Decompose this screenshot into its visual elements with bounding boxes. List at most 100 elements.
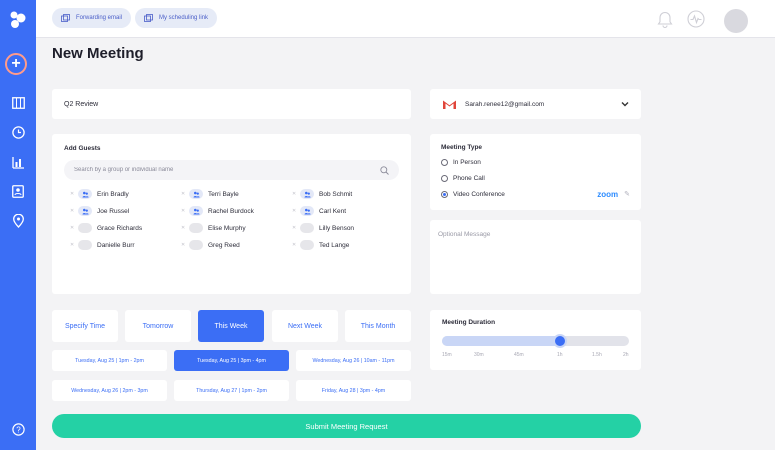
remove-icon[interactable]: ✕ bbox=[292, 225, 300, 231]
guest-item[interactable]: ✕ Terri Bayle bbox=[181, 188, 292, 200]
email-account-select[interactable]: Sarah.renee12@gmail.com bbox=[430, 89, 641, 119]
duration-tick: 2h bbox=[623, 352, 629, 358]
meeting-title-value: Q2 Review bbox=[64, 100, 99, 108]
calendar-icon[interactable] bbox=[8, 93, 28, 113]
guest-name: Elise Murphy bbox=[208, 224, 246, 232]
remove-icon[interactable]: ✕ bbox=[292, 208, 300, 214]
time-slot[interactable]: Wednesday, Aug 26 | 10am - 11pm bbox=[296, 350, 411, 371]
filter-label: Tomorrow bbox=[142, 322, 174, 330]
meeting-duration-panel: Meeting Duration 15m 30m 45m 1h 1.5h 2h bbox=[430, 310, 641, 370]
guest-toggle[interactable] bbox=[300, 223, 314, 233]
guest-toggle[interactable] bbox=[78, 189, 92, 199]
time-slot[interactable]: Wednesday, Aug 26 | 2pm - 3pm bbox=[52, 380, 167, 401]
filter-specify-time[interactable]: Specify Time bbox=[52, 310, 118, 342]
chevron-down-icon[interactable] bbox=[621, 101, 629, 107]
meeting-duration-heading: Meeting Duration bbox=[442, 319, 496, 326]
guest-item[interactable]: ✕ Lilly Benson bbox=[292, 222, 403, 234]
new-meeting-button[interactable]: + bbox=[5, 53, 27, 75]
add-guests-heading: Add Guests bbox=[64, 145, 101, 152]
guest-item[interactable]: ✕ Grace Richards bbox=[70, 222, 181, 234]
bell-icon[interactable] bbox=[656, 10, 674, 28]
remove-icon[interactable]: ✕ bbox=[292, 242, 300, 248]
duration-slider[interactable] bbox=[442, 334, 629, 348]
bar-chart-icon[interactable] bbox=[8, 152, 28, 172]
guest-toggle[interactable] bbox=[189, 189, 203, 199]
guest-search-input[interactable] bbox=[74, 167, 380, 173]
filter-label: Specify Time bbox=[64, 322, 106, 330]
avatar[interactable] bbox=[724, 9, 748, 33]
guest-name: Carl Kent bbox=[319, 207, 347, 215]
guest-item[interactable]: ✕ Rachel Burdock bbox=[181, 205, 292, 217]
filter-tomorrow[interactable]: Tomorrow bbox=[125, 310, 191, 342]
remove-icon[interactable]: ✕ bbox=[181, 208, 189, 214]
remove-icon[interactable]: ✕ bbox=[181, 242, 189, 248]
filter-next-week[interactable]: Next Week bbox=[272, 310, 338, 342]
guest-item[interactable]: ✕ Erin Bradly bbox=[70, 188, 181, 200]
guest-item[interactable]: ✕ Greg Reed bbox=[181, 239, 292, 251]
sidebar: + ? bbox=[0, 0, 36, 450]
time-slot-selected[interactable]: Tuesday, Aug 25 | 3pm - 4pm bbox=[174, 350, 289, 371]
meeting-type-in-person[interactable]: In Person bbox=[441, 157, 630, 167]
guest-item[interactable]: ✕ Carl Kent bbox=[292, 205, 403, 217]
radio-button-selected[interactable] bbox=[441, 190, 448, 198]
guest-toggle[interactable] bbox=[78, 240, 92, 250]
filter-this-week[interactable]: This Week bbox=[198, 310, 264, 342]
guest-toggle[interactable] bbox=[189, 240, 203, 250]
remove-icon[interactable]: ✕ bbox=[70, 191, 78, 197]
meeting-type-video-conference[interactable]: Video Conference zoom ✎ bbox=[441, 189, 630, 199]
gmail-icon bbox=[443, 100, 456, 109]
guest-toggle[interactable] bbox=[300, 240, 314, 250]
filter-this-month[interactable]: This Month bbox=[345, 310, 411, 342]
clock-icon[interactable] bbox=[8, 122, 28, 142]
meeting-type-label: Video Conference bbox=[453, 190, 505, 198]
guest-toggle[interactable] bbox=[189, 206, 203, 216]
time-slot[interactable]: Thursday, Aug 27 | 1pm - 2pm bbox=[174, 380, 289, 401]
guest-toggle[interactable] bbox=[300, 189, 314, 199]
meeting-type-label: In Person bbox=[453, 158, 481, 166]
remove-icon[interactable]: ✕ bbox=[70, 208, 78, 214]
submit-label: Submit Meeting Request bbox=[305, 421, 388, 431]
time-slot[interactable]: Tuesday, Aug 25 | 1pm - 2pm bbox=[52, 350, 167, 371]
guest-name: Terri Bayle bbox=[208, 190, 239, 198]
contacts-icon[interactable] bbox=[8, 181, 28, 201]
meeting-type-phone-call[interactable]: Phone Call bbox=[441, 173, 630, 183]
remove-icon[interactable]: ✕ bbox=[181, 191, 189, 197]
remove-icon[interactable]: ✕ bbox=[70, 242, 78, 248]
remove-icon[interactable]: ✕ bbox=[70, 225, 78, 231]
guest-item[interactable]: ✕ Danielle Burr bbox=[70, 239, 181, 251]
page-title: New Meeting bbox=[52, 45, 144, 62]
scheduling-link-button[interactable]: My scheduling link bbox=[135, 8, 218, 28]
guest-item[interactable]: ✕ Joe Russel bbox=[70, 205, 181, 217]
forwarding-email-button[interactable]: Forwarding email bbox=[52, 8, 132, 28]
time-slot[interactable]: Friday, Aug 28 | 3pm - 4pm bbox=[296, 380, 411, 401]
top-bar: Forwarding email My scheduling link bbox=[36, 0, 775, 38]
guest-item[interactable]: ✕ Elise Murphy bbox=[181, 222, 292, 234]
submit-meeting-request-button[interactable]: Submit Meeting Request bbox=[52, 414, 641, 438]
duration-tick: 1h bbox=[557, 352, 563, 358]
guest-name: Bob Schmit bbox=[319, 190, 353, 198]
meeting-title-field[interactable]: Q2 Review bbox=[52, 89, 411, 119]
guest-toggle[interactable] bbox=[189, 223, 203, 233]
radio-button[interactable] bbox=[441, 158, 448, 166]
guest-name: Ted Lange bbox=[319, 241, 350, 249]
edit-pencil-icon[interactable]: ✎ bbox=[624, 190, 630, 198]
remove-icon[interactable]: ✕ bbox=[292, 191, 300, 197]
optional-message-input[interactable] bbox=[438, 231, 633, 291]
remove-icon[interactable]: ✕ bbox=[181, 225, 189, 231]
activity-icon[interactable] bbox=[687, 10, 705, 28]
app-logo-icon[interactable] bbox=[8, 10, 28, 30]
duration-tick: 1.5h bbox=[592, 352, 602, 358]
duration-slider-handle[interactable] bbox=[553, 334, 567, 348]
search-icon[interactable] bbox=[380, 165, 389, 175]
guest-name: Erin Bradly bbox=[97, 190, 129, 198]
guest-toggle[interactable] bbox=[78, 206, 92, 216]
location-pin-icon[interactable] bbox=[8, 211, 28, 231]
guest-toggle[interactable] bbox=[300, 206, 314, 216]
guest-search-bar[interactable] bbox=[64, 160, 399, 180]
guest-item[interactable]: ✕ Bob Schmit bbox=[292, 188, 403, 200]
guest-item[interactable]: ✕ Ted Lange bbox=[292, 239, 403, 251]
optional-message-panel bbox=[430, 220, 641, 294]
help-icon[interactable]: ? bbox=[8, 419, 28, 439]
radio-button[interactable] bbox=[441, 174, 448, 182]
guest-toggle[interactable] bbox=[78, 223, 92, 233]
